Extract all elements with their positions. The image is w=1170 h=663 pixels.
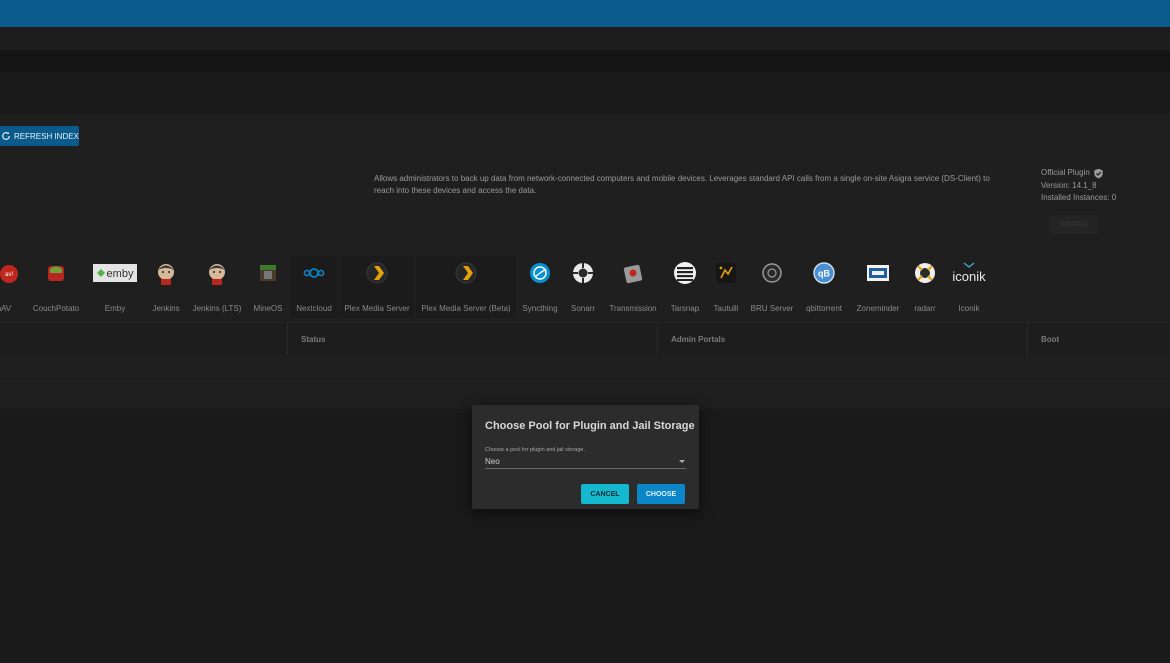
breadcrumb-bar: [0, 27, 1170, 50]
plugin-item-plex[interactable]: Plex Media Server: [340, 256, 414, 318]
plugin-item-emby[interactable]: emby Emby: [90, 256, 140, 318]
plugin-label: Zoneminder: [856, 304, 900, 313]
installed-instances: Installed Instances: 0: [1041, 193, 1117, 202]
plugin-item-zoneminder[interactable]: Zoneminder: [852, 256, 904, 318]
plugin-version: Version: 14.1_8: [1041, 180, 1097, 190]
plugin-item-qbittorrent[interactable]: qB qbittorrent: [802, 256, 846, 318]
column-header-status[interactable]: Status: [287, 323, 657, 355]
plugin-item-clamav[interactable]: av! amAV: [0, 256, 28, 318]
plugin-meta: Official Plugin Version: 14.1_8 Installe…: [1041, 167, 1116, 205]
install-button[interactable]: INSTALL: [1050, 215, 1098, 234]
page-toolbar-band: [0, 72, 1170, 114]
plugin-item-syncthing[interactable]: Syncthing: [519, 256, 561, 318]
plugin-list: av! amAV CouchPotato emby Emby Jenkins J…: [0, 256, 1170, 320]
plugin-label: Emby: [104, 304, 126, 313]
clamav-icon: av!: [0, 260, 22, 286]
svg-text:av!: av!: [5, 272, 13, 278]
plugin-item-tautulli[interactable]: Tautulli: [708, 256, 744, 318]
mineos-icon: [255, 260, 281, 286]
plugin-label: Tarsnap: [670, 304, 700, 313]
plugin-label: Iconik: [958, 304, 980, 313]
couchpotato-icon: [43, 260, 69, 286]
refresh-index-button[interactable]: REFRESH INDEX: [0, 126, 79, 146]
plugin-item-sonarr[interactable]: Sonarr: [567, 256, 599, 318]
sonarr-icon: [570, 260, 596, 286]
radarr-icon: [912, 260, 938, 286]
iconik-icon: iconik: [948, 260, 990, 286]
nextcloud-icon: [301, 260, 327, 286]
bru-server-icon: [759, 260, 785, 286]
pool-select-value: Neo: [485, 457, 500, 466]
svg-text:iconik: iconik: [952, 269, 986, 284]
syncthing-icon: [527, 260, 553, 286]
plex-beta-icon: [453, 260, 479, 286]
plugin-item-radarr[interactable]: radarr: [909, 256, 941, 318]
column-header-admin-portals[interactable]: Admin Portals: [657, 323, 1027, 355]
plugin-label: Nextcloud: [296, 304, 332, 313]
plex-icon: [364, 260, 390, 286]
svg-text:emby: emby: [107, 268, 134, 280]
plugin-item-jenkins-lts[interactable]: Jenkins (LTS): [190, 256, 244, 318]
zoneminder-icon: [865, 260, 891, 286]
plugin-label: Jenkins: [152, 304, 180, 313]
plugin-item-iconik[interactable]: iconik Iconik: [946, 256, 992, 318]
pool-select[interactable]: Neo: [485, 455, 686, 469]
plugin-label: CouchPotato: [32, 304, 80, 313]
plugin-item-plex-beta[interactable]: Plex Media Server (Beta): [416, 256, 516, 318]
choose-button[interactable]: CHOOSE: [637, 484, 685, 504]
cancel-button[interactable]: CANCEL: [581, 484, 629, 504]
transmission-icon: [620, 260, 646, 286]
column-header-boot[interactable]: Boot: [1027, 323, 1170, 355]
verified-shield-icon: [1094, 168, 1103, 179]
tautulli-icon: [713, 260, 739, 286]
plugin-item-nextcloud[interactable]: Nextcloud: [290, 256, 338, 318]
plugin-label: Jenkins (LTS): [192, 304, 242, 313]
plugin-item-couchpotato[interactable]: CouchPotato: [31, 256, 81, 318]
plugin-label: Plex Media Server (Beta): [421, 304, 511, 313]
page-header-band: [0, 50, 1170, 72]
plugin-item-jenkins[interactable]: Jenkins: [147, 256, 185, 318]
plugin-label: Plex Media Server: [344, 304, 410, 313]
refresh-icon: [2, 132, 10, 140]
jails-table-header: Status Admin Portals Boot: [0, 322, 1170, 355]
plugin-label: Transmission: [609, 304, 657, 313]
plugin-description: Allows administrators to back up data fr…: [374, 174, 990, 195]
plugin-label: Tautulli: [713, 304, 739, 313]
plugin-label: Sonarr: [570, 304, 595, 313]
choose-pool-dialog: Choose Pool for Plugin and Jail Storage …: [472, 405, 699, 509]
plugin-label: MineOS: [253, 304, 283, 313]
tarsnap-icon: [672, 260, 698, 286]
plugin-label: BRU Server: [750, 304, 794, 313]
emby-icon: emby: [92, 260, 138, 286]
chevron-down-icon: [679, 460, 685, 463]
refresh-index-label: REFRESH INDEX: [14, 131, 79, 141]
plugin-item-tarsnap[interactable]: Tarsnap: [667, 256, 703, 318]
jenkins-lts-icon: [204, 260, 230, 286]
plugin-item-mineos[interactable]: MineOS: [249, 256, 287, 318]
plugin-label: qbittorrent: [805, 304, 843, 313]
plugin-label: Syncthing: [522, 304, 558, 313]
dialog-title: Choose Pool for Plugin and Jail Storage: [485, 420, 695, 432]
plugin-item-transmission[interactable]: Transmission: [606, 256, 660, 318]
svg-text:qB: qB: [818, 269, 830, 279]
plugin-item-bru-server[interactable]: BRU Server: [750, 256, 794, 318]
top-navigation-bar: [0, 0, 1170, 27]
qbittorrent-icon: qB: [811, 260, 837, 286]
official-plugin-label: Official Plugin: [1041, 168, 1090, 177]
jenkins-icon: [153, 260, 179, 286]
pool-field-label: Choose a pool for plugin and jail storag…: [485, 447, 585, 453]
plugin-label: amAV: [0, 304, 12, 313]
plugin-label: radarr: [914, 304, 936, 313]
